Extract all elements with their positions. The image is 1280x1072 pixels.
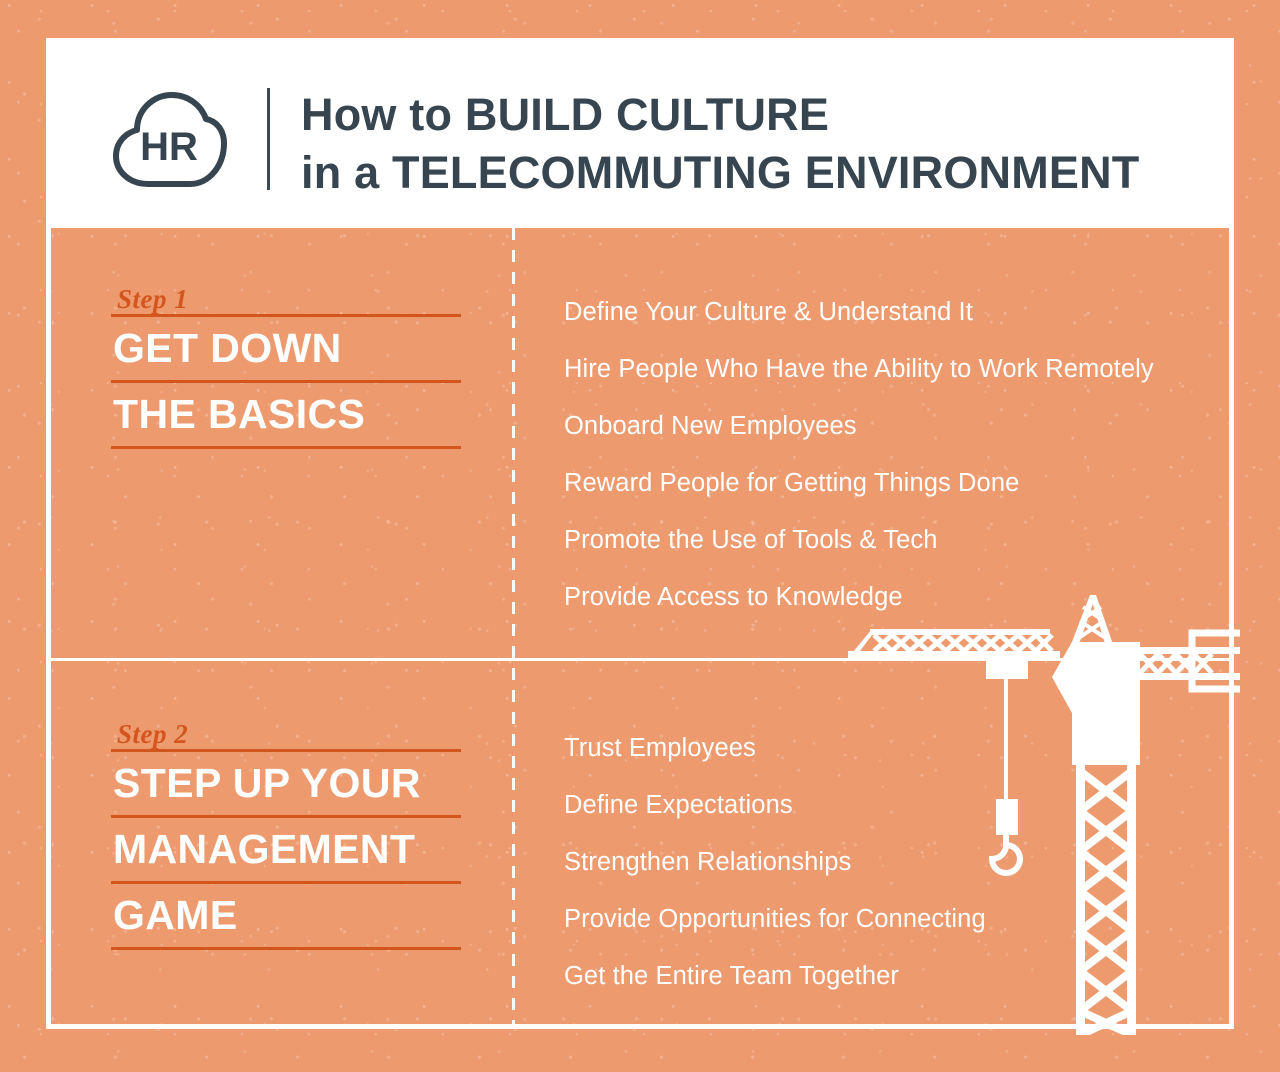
step-2-title-line-3: GAME xyxy=(113,892,238,938)
step-2-title-line-2: MANAGEMENT xyxy=(113,826,416,872)
title-divider-rule xyxy=(267,88,270,190)
list-item: Hire People Who Have the Ability to Work… xyxy=(564,355,1154,383)
list-item: Provide Opportunities for Connecting xyxy=(564,905,986,933)
page-title-line-2: in a TELECOMMUTING ENVIRONMENT xyxy=(301,147,1140,198)
step-2-heading: Step 2 STEP UP YOUR MANAGEMENT GAME xyxy=(111,719,463,950)
step-2-rule-3 xyxy=(111,947,461,950)
list-item: Strengthen Relationships xyxy=(564,848,852,876)
list-item: Onboard New Employees xyxy=(564,412,857,440)
infographic-page: HR How to BUILD CULTURE in a TELECOMMUTI… xyxy=(0,0,1280,1072)
page-title: How to BUILD CULTURE in a TELECOMMUTING … xyxy=(301,86,1140,202)
step-1-heading: Step 1 GET DOWN THE BASICS xyxy=(111,284,463,449)
cloud-icon: HR xyxy=(113,92,227,187)
step-2-label: Step 2 xyxy=(117,719,189,749)
step-1-label: Step 1 xyxy=(117,284,189,314)
list-item: Define Your Culture & Understand It xyxy=(564,298,973,326)
page-title-line-1: How to BUILD CULTURE xyxy=(301,89,830,140)
step-1-title-line-2: THE BASICS xyxy=(113,391,366,437)
logo-text: HR xyxy=(140,125,198,169)
step-1-rule-2 xyxy=(111,446,461,449)
step-2-title-line-1: STEP UP YOUR xyxy=(113,760,421,806)
list-item: Trust Employees xyxy=(564,734,756,762)
step-2-list: Trust Employees Define Expectations Stre… xyxy=(564,720,986,1005)
step-1-list: Define Your Culture & Understand It Hire… xyxy=(564,284,1154,626)
list-item: Reward People for Getting Things Done xyxy=(564,469,1020,497)
list-item: Define Expectations xyxy=(564,791,793,819)
step-1-title-line-1: GET DOWN xyxy=(113,325,342,371)
list-item: Promote the Use of Tools & Tech xyxy=(564,526,938,554)
list-item: Provide Access to Knowledge xyxy=(564,583,903,611)
list-item: Get the Entire Team Together xyxy=(564,962,899,990)
